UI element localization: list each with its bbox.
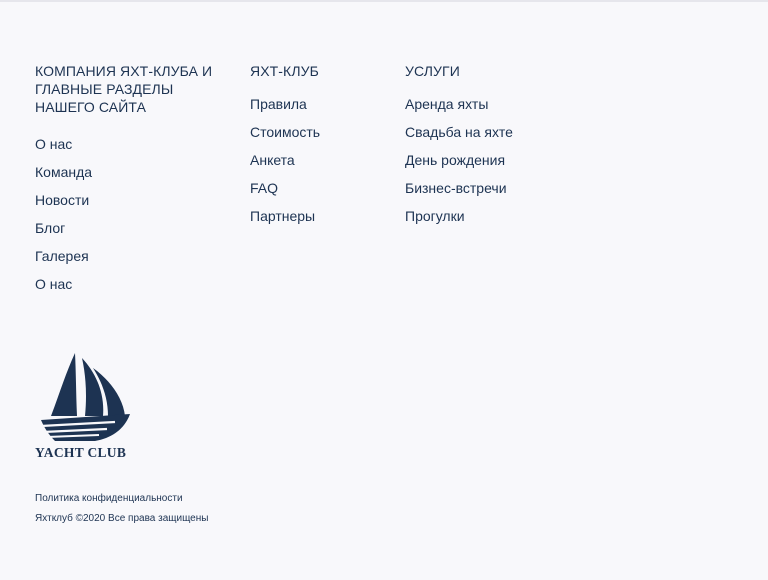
company-links: О нас Команда Новости Блог Галерея О нас [35,135,225,303]
footer-link-wedding[interactable]: Свадьба на яхте [405,123,565,151]
footer-link-rules[interactable]: Правила [250,95,390,123]
footer-link-gallery[interactable]: Галерея [35,247,225,275]
legal-block: Политика конфиденциальности Яхтклуб ©202… [35,489,208,529]
footer-link-partners[interactable]: Партнеры [250,207,390,235]
logo-text: YACHT CLUB [35,445,127,460]
copyright-text: Яхтклуб ©2020 Все права защищены [35,513,209,524]
footer-link-team[interactable]: Команда [35,163,225,191]
footer-link-birthday[interactable]: День рождения [405,151,565,179]
footer-column-services: Услуги Аренда яхты Свадьба на яхте День … [405,62,565,235]
footer-link-news[interactable]: Новости [35,191,225,219]
footer-link-form[interactable]: Анкета [250,151,390,179]
footer-link-price[interactable]: Стоимость [250,123,390,151]
sailboat-icon [35,350,145,445]
club-links: Правила Стоимость Анкета FAQ Партнеры [250,95,390,235]
column-title-company: Компания яхт-клуба и главные разделы наш… [35,63,213,115]
footer-link-about[interactable]: О нас [35,135,225,163]
footer-link-business[interactable]: Бизнес-встречи [405,179,565,207]
services-links: Аренда яхты Свадьба на яхте День рождени… [405,95,565,235]
footer-column-company: Компания яхт-клуба и главные разделы наш… [35,62,225,303]
footer-link-about-2[interactable]: О нас [35,275,225,303]
privacy-policy-link[interactable]: Политика конфиденциальности [35,489,208,509]
footer-link-faq[interactable]: FAQ [250,179,390,207]
column-title-services: Услуги [405,63,460,79]
footer-column-club: Яхт-клуб Правила Стоимость Анкета FAQ Па… [250,62,390,235]
footer-link-yacht-rent[interactable]: Аренда яхты [405,95,565,123]
footer-link-blog[interactable]: Блог [35,219,225,247]
yacht-club-logo[interactable]: YACHT CLUB [35,350,145,462]
top-divider [0,0,768,2]
footer-link-walks[interactable]: Прогулки [405,207,565,235]
column-title-club: Яхт-клуб [250,63,319,79]
